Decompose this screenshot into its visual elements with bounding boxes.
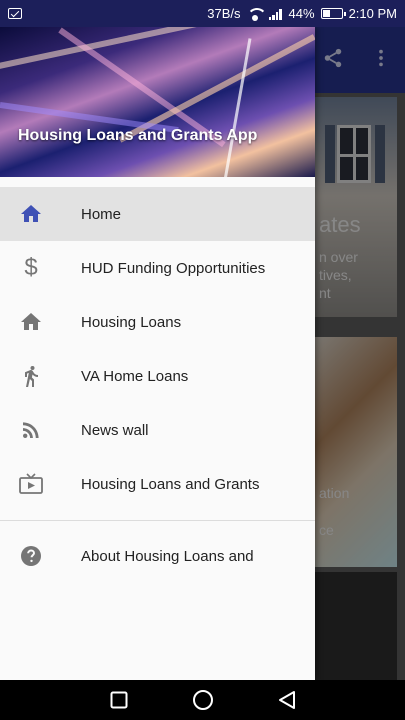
drawer-menu: Home $ HUD Funding Opportunities Housing…	[0, 187, 315, 583]
menu-item-label: VA Home Loans	[81, 367, 189, 385]
clock: 2:10 PM	[348, 6, 397, 21]
square-icon	[110, 691, 127, 709]
help-icon	[18, 543, 44, 569]
menu-item-housing-loans[interactable]: Housing Loans	[0, 295, 315, 349]
triangle-back-icon	[278, 691, 295, 709]
menu-item-news-wall[interactable]: News wall	[0, 403, 315, 457]
battery-icon	[320, 8, 346, 19]
menu-item-label: News wall	[81, 421, 149, 439]
back-button[interactable]	[276, 689, 298, 711]
menu-item-label: HUD Funding Opportunities	[81, 259, 266, 277]
battery-percent: 44%	[288, 6, 315, 21]
dollar-icon: $	[24, 254, 38, 281]
menu-item-label: Housing Loans and Grants	[81, 475, 260, 493]
wifi-icon	[246, 7, 267, 21]
divider	[0, 520, 315, 521]
signal-icon	[268, 8, 283, 20]
menu-item-label: About Housing Loans and	[81, 547, 254, 565]
menu-item-hud-funding[interactable]: $ HUD Funding Opportunities	[0, 241, 315, 295]
home-button[interactable]	[192, 689, 214, 711]
menu-item-home[interactable]: Home	[0, 187, 315, 241]
status-bar: 37B/s 44% 2:10 PM	[0, 0, 405, 27]
header-light-ray	[222, 38, 252, 177]
menu-item-label: Home	[81, 205, 122, 223]
circle-icon	[192, 690, 213, 710]
drawer-header-title: Housing Loans and Grants App	[18, 127, 258, 144]
walk-icon	[18, 363, 44, 389]
notification-icon	[8, 8, 22, 19]
network-speed: 37B/s	[207, 6, 241, 21]
system-nav-bar	[0, 680, 405, 720]
menu-item-housing-loans-grants[interactable]: Housing Loans and Grants	[0, 457, 315, 511]
home-icon	[18, 201, 44, 227]
recents-button[interactable]	[108, 689, 130, 711]
tv-icon	[18, 471, 44, 497]
navigation-drawer: Housing Loans and Grants App Home $ HUD …	[0, 27, 315, 680]
menu-item-about[interactable]: About Housing Loans and	[0, 529, 315, 583]
home-icon	[18, 309, 44, 335]
menu-item-va-home-loans[interactable]: VA Home Loans	[0, 349, 315, 403]
menu-item-label: Housing Loans	[81, 313, 182, 331]
rss-icon	[18, 417, 44, 443]
drawer-header: Housing Loans and Grants App	[0, 27, 315, 177]
